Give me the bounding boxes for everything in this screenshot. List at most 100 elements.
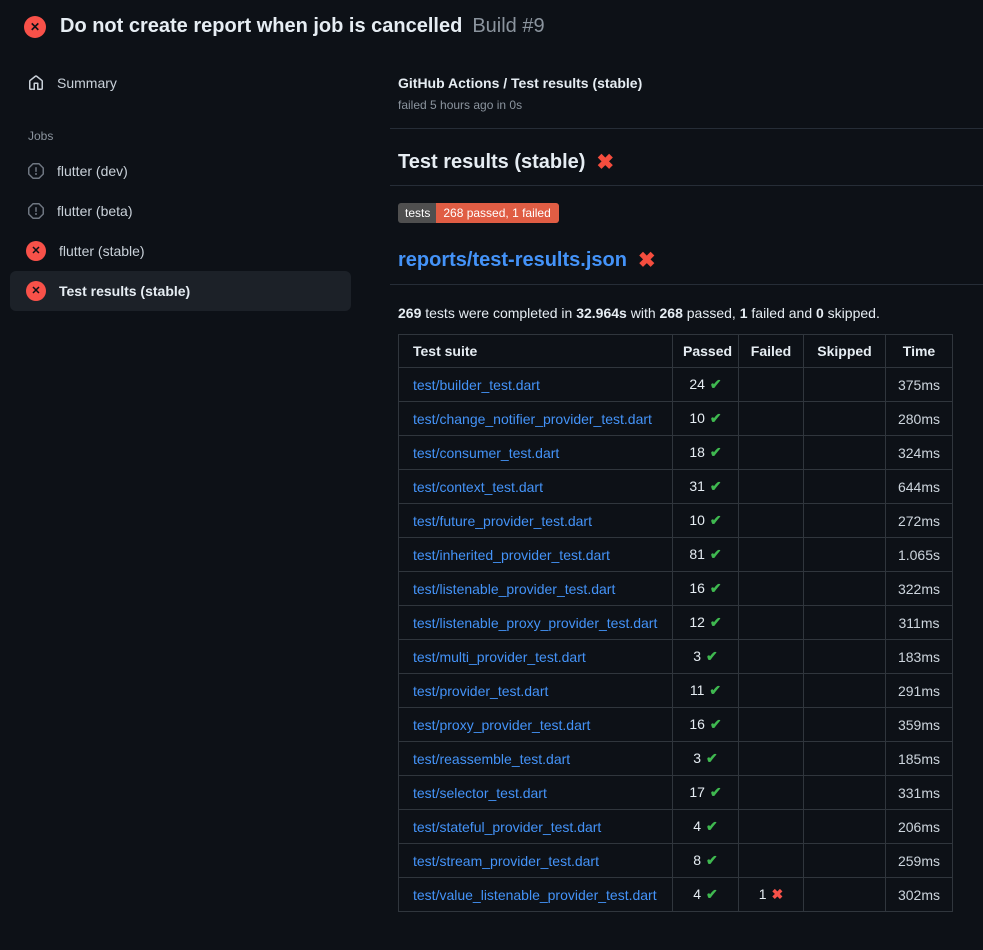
failed-count: 1 (759, 886, 767, 902)
suite-link[interactable]: test/consumer_test.dart (413, 445, 559, 461)
time-cell: 322ms (886, 572, 953, 606)
check-icon: ✔ (710, 444, 722, 460)
suite-link[interactable]: test/stream_provider_test.dart (413, 853, 599, 869)
skipped-cell (804, 470, 886, 504)
failed-cell (739, 402, 804, 436)
skipped-cell (804, 368, 886, 402)
stop-cancelled-icon (28, 203, 44, 219)
time-cell: 185ms (886, 742, 953, 776)
column-header-test-suite: Test suite (399, 335, 673, 368)
suite-link[interactable]: test/inherited_provider_test.dart (413, 547, 610, 563)
table-row: test/proxy_provider_test.dart 16✔ 359ms (399, 708, 953, 742)
sidebar-item-label: flutter (stable) (59, 243, 145, 259)
table-row: test/consumer_test.dart 18✔ 324ms (399, 436, 953, 470)
check-icon: ✔ (710, 478, 722, 494)
suite-link[interactable]: test/context_test.dart (413, 479, 543, 495)
sidebar-item-flutter-beta[interactable]: flutter (beta) (10, 191, 351, 231)
table-row: test/reassemble_test.dart 3✔ 185ms (399, 742, 953, 776)
suite-link[interactable]: test/listenable_provider_test.dart (413, 581, 615, 597)
suite-link[interactable]: test/provider_test.dart (413, 683, 548, 699)
passed-count: 4 (693, 886, 701, 902)
time-cell: 183ms (886, 640, 953, 674)
passed-cell: 18✔ (673, 436, 739, 470)
failed-icon: ✕ (26, 281, 46, 301)
passed-cell: 3✔ (673, 742, 739, 776)
summary-text: skipped. (824, 305, 880, 321)
passed-cell: 16✔ (673, 572, 739, 606)
failed-cell (739, 538, 804, 572)
column-header-time: Time (886, 335, 953, 368)
table-row: test/context_test.dart 31✔ 644ms (399, 470, 953, 504)
skipped-cell (804, 674, 886, 708)
suite-link[interactable]: test/selector_test.dart (413, 785, 547, 801)
passed-cell: 10 ✔ (673, 402, 739, 436)
sidebar-item-summary[interactable]: Summary (10, 63, 351, 103)
failed-x-icon: ✖ (596, 152, 614, 173)
column-header-failed: Failed (739, 335, 804, 368)
tests-badge: tests 268 passed, 1 failed (398, 203, 559, 223)
suite-link[interactable]: test/listenable_proxy_provider_test.dart (413, 615, 657, 631)
suite-link[interactable]: test/builder_test.dart (413, 377, 540, 393)
table-row: test/listenable_proxy_provider_test.dart… (399, 606, 953, 640)
summary-sentence: 269 tests were completed in 32.964s with… (398, 305, 983, 321)
run-meta: failed 5 hours ago in 0s (398, 98, 983, 112)
suite-link[interactable]: test/future_provider_test.dart (413, 513, 592, 529)
report-file-link[interactable]: reports/test-results.json (398, 249, 627, 272)
check-icon: ✔ (710, 410, 722, 426)
passed-count: 10 (689, 410, 705, 426)
passed-count: 3 (693, 750, 701, 766)
time-cell: 291ms (886, 674, 953, 708)
failed-cell (739, 844, 804, 878)
sidebar-item-flutter-dev[interactable]: flutter (dev) (10, 151, 351, 191)
failed-cell (739, 810, 804, 844)
check-icon: ✔ (706, 648, 718, 664)
suite-link[interactable]: test/stateful_provider_test.dart (413, 819, 601, 835)
passed-cell: 24✔ (673, 368, 739, 402)
skipped-cell (804, 708, 886, 742)
section-title: Test results (stable) (398, 151, 585, 174)
passed-count: 16 (689, 580, 705, 596)
passed-count: 17 (689, 784, 705, 800)
sidebar-item-label: Test results (stable) (59, 283, 190, 299)
passed-cell: 4✔ (673, 810, 739, 844)
failed-cell (739, 640, 804, 674)
suite-link[interactable]: test/proxy_provider_test.dart (413, 717, 590, 733)
check-icon: ✔ (710, 614, 722, 630)
passed-cell: 11✔ (673, 674, 739, 708)
passed-cell: 3✔ (673, 640, 739, 674)
sidebar-item-test-results-stable[interactable]: ✕ Test results (stable) (10, 271, 351, 311)
suite-link[interactable]: test/reassemble_test.dart (413, 751, 570, 767)
time-cell: 272ms (886, 504, 953, 538)
table-row: test/multi_provider_test.dart 3✔ 183ms (399, 640, 953, 674)
passed-cell: 16✔ (673, 708, 739, 742)
check-icon: ✔ (710, 546, 722, 562)
passed-count: 81 (689, 546, 705, 562)
failed-cell (739, 708, 804, 742)
passed-count: 3 (693, 648, 701, 664)
check-icon: ✔ (706, 852, 718, 868)
sidebar-item-flutter-stable[interactable]: ✕ flutter (stable) (10, 231, 351, 271)
breadcrumb: GitHub Actions / Test results (stable) (398, 75, 983, 91)
passed-cell: 31✔ (673, 470, 739, 504)
column-header-skipped: Skipped (804, 335, 886, 368)
results-table-body: test/builder_test.dart 24✔ 375ms test/ch… (399, 368, 953, 912)
time-cell: 206ms (886, 810, 953, 844)
suite-link[interactable]: test/change_notifier_provider_test.dart (413, 411, 652, 427)
sidebar-item-label: Summary (57, 75, 117, 91)
build-number: Build #9 (472, 15, 544, 38)
suite-link[interactable]: test/multi_provider_test.dart (413, 649, 586, 665)
passed-cell: 8✔ (673, 844, 739, 878)
run-failed-icon: ✕ (24, 16, 46, 38)
failed-icon: ✕ (26, 241, 46, 261)
skipped-cell (804, 776, 886, 810)
passed-count: 24 (689, 376, 705, 392)
skipped-cell (804, 878, 886, 912)
passed-count: 4 (693, 818, 701, 834)
failed-cell (739, 470, 804, 504)
divider (390, 128, 983, 129)
suite-link[interactable]: test/value_listenable_provider_test.dart (413, 887, 657, 903)
table-row: test/value_listenable_provider_test.dart… (399, 878, 953, 912)
skipped-cell (804, 810, 886, 844)
skipped-cell (804, 436, 886, 470)
badge-label: tests (398, 203, 436, 223)
